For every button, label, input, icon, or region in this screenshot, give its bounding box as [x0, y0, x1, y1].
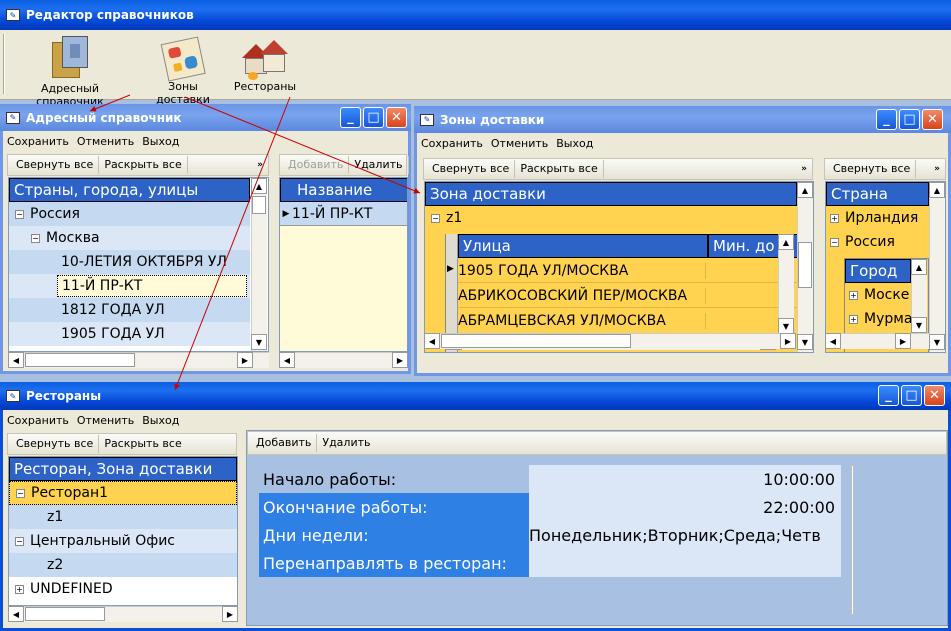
arrow-to-restaurants — [174, 96, 291, 391]
connector-arrows — [89, 94, 421, 391]
arrow-to-address — [89, 94, 131, 112]
arrow-to-zones — [184, 96, 421, 194]
